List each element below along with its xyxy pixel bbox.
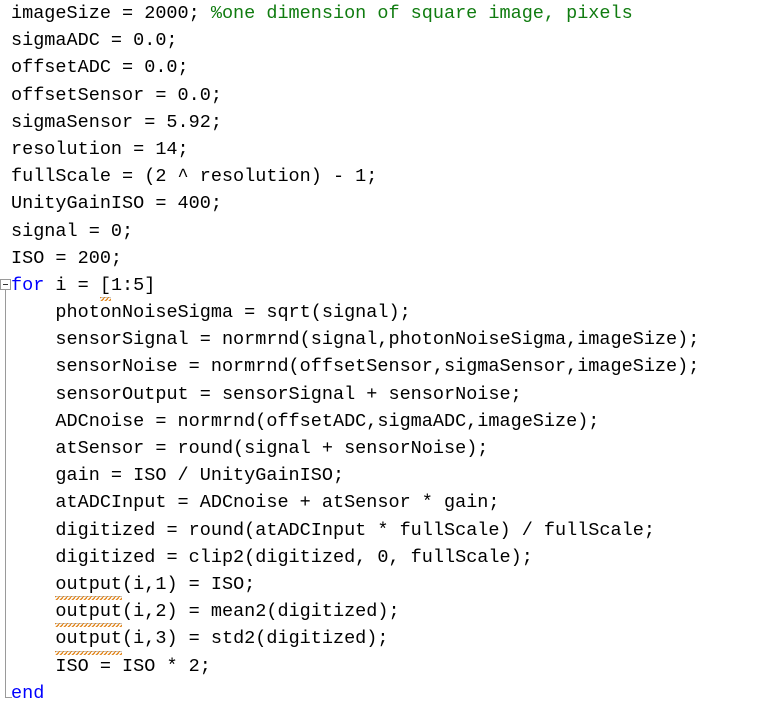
code-line[interactable]: imageSize = 2000; %one dimension of squa… xyxy=(0,0,775,27)
code-token: ISO = ISO * 2; xyxy=(55,655,211,677)
code-line[interactable]: sensorNoise = normrnd(offsetSensor,sigma… xyxy=(0,353,775,380)
code-token: UnityGainISO = 400; xyxy=(11,193,222,215)
code-token: offsetSensor = 0.0; xyxy=(11,84,222,106)
code-line[interactable]: sigmaSensor = 5.92; xyxy=(0,109,775,136)
code-line[interactable]: sensorOutput = sensorSignal + sensorNois… xyxy=(0,381,775,408)
code-line[interactable]: end xyxy=(0,680,775,707)
code-line[interactable]: gain = ISO / UnityGainISO; xyxy=(0,462,775,489)
code-line[interactable]: fullScale = (2 ^ resolution) - 1; xyxy=(0,163,775,190)
lint-warning-token: output xyxy=(55,598,122,628)
matlab-editor[interactable]: imageSize = 2000; %one dimension of squa… xyxy=(0,0,775,704)
code-token: atSensor = round(signal + sensorNoise); xyxy=(55,438,489,459)
code-token: digitized = clip2(digitized, 0, fullScal… xyxy=(55,546,533,568)
code-token: ADCnoise = normrnd(offsetADC,sigmaADC,im… xyxy=(55,410,600,432)
code-line[interactable]: offsetADC = 0.0; xyxy=(0,54,775,81)
code-line[interactable]: UnityGainISO = 400; xyxy=(0,190,775,217)
code-token: sensorOutput = sensorSignal + sensorNois… xyxy=(55,383,522,405)
code-line[interactable]: resolution = 14; xyxy=(0,136,775,163)
code-line[interactable]: sensorSignal = normrnd(signal,photonNois… xyxy=(0,326,775,353)
code-line[interactable]: ISO = ISO * 2; xyxy=(0,653,775,680)
code-token: i = xyxy=(44,274,100,296)
code-line[interactable]: atADCInput = ADCnoise + atSensor * gain; xyxy=(0,489,775,516)
code-token: 1:5] xyxy=(110,274,156,296)
lint-warning-token: output xyxy=(55,625,122,655)
code-token: sensorNoise = normrnd(offsetSensor,sigma… xyxy=(55,356,700,378)
code-token: atADCInput = ADCnoise + atSensor * gain; xyxy=(55,492,500,514)
code-line[interactable]: digitized = round(atADCInput * fullScale… xyxy=(0,517,775,544)
code-token: fullScale = (2 ^ resolution) - 1; xyxy=(11,166,378,188)
code-line[interactable]: atSensor = round(signal + sensorNoise); xyxy=(0,435,775,462)
code-line[interactable]: output(i,3) = std2(digitized); xyxy=(0,625,775,655)
lint-warning-token: output xyxy=(55,571,122,601)
code-line[interactable]: sigmaADC = 0.0; xyxy=(0,27,775,54)
code-token: ISO = 200; xyxy=(11,247,123,269)
code-token: signal = 0; xyxy=(11,220,134,242)
code-line[interactable]: signal = 0; xyxy=(0,218,775,245)
code-token: sensorSignal = normrnd(signal,photonNois… xyxy=(55,329,700,351)
code-token: sigmaSensor = 5.92; xyxy=(11,111,222,133)
code-token: imageSize = 2000; xyxy=(11,3,211,24)
code-line[interactable]: ISO = 200; xyxy=(0,245,775,272)
code-token: (i,1) = ISO; xyxy=(122,573,256,595)
lint-warning-token: [ xyxy=(99,272,112,302)
code-token: resolution = 14; xyxy=(11,138,189,160)
code-token: gain = ISO / UnityGainISO; xyxy=(55,465,345,487)
code-token: digitized = round(atADCInput * fullScale… xyxy=(55,519,655,541)
code-token: photonNoiseSigma = sqrt(signal); xyxy=(55,302,411,324)
code-line[interactable]: output(i,1) = ISO; xyxy=(0,571,775,601)
code-text-area[interactable]: imageSize = 2000; %one dimension of squa… xyxy=(0,0,775,707)
code-token: (i,3) = std2(digitized); xyxy=(122,628,389,650)
code-line[interactable]: output(i,2) = mean2(digitized); xyxy=(0,598,775,628)
code-line[interactable]: ADCnoise = normrnd(offsetADC,sigmaADC,im… xyxy=(0,408,775,435)
comment-token: %one dimension of square image, pixels xyxy=(210,3,633,24)
code-line[interactable]: offsetSensor = 0.0; xyxy=(0,82,775,109)
code-token: offsetADC = 0.0; xyxy=(11,57,189,79)
keyword-token: for xyxy=(11,274,45,296)
code-token: (i,2) = mean2(digitized); xyxy=(122,601,400,623)
code-token: sigmaADC = 0.0; xyxy=(11,30,178,52)
code-line[interactable]: for i = [1:5] xyxy=(0,272,775,302)
code-line[interactable]: digitized = clip2(digitized, 0, fullScal… xyxy=(0,544,775,571)
code-line[interactable]: photonNoiseSigma = sqrt(signal); xyxy=(0,299,775,326)
